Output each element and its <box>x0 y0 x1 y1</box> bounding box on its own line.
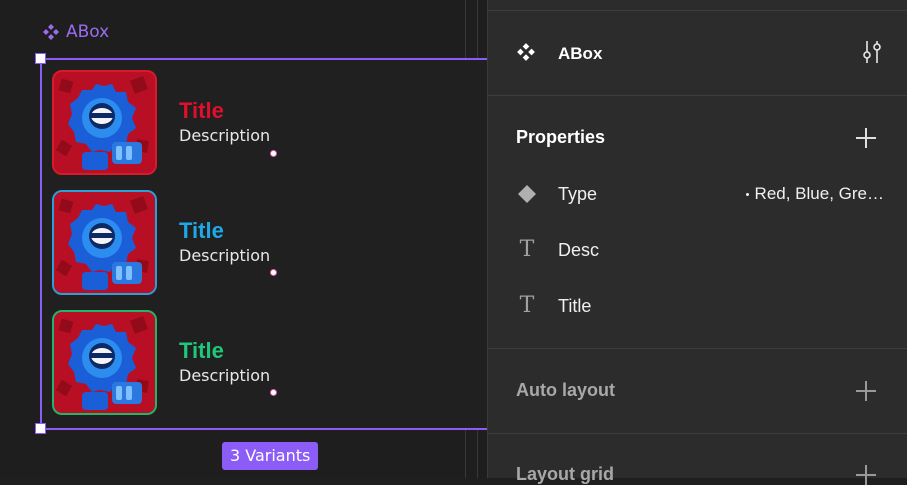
resize-handle-bottom-left[interactable] <box>35 423 46 434</box>
add-layout-grid-button[interactable] <box>856 465 876 485</box>
property-label: Type <box>558 183 598 204</box>
variant-red[interactable]: Title Description <box>52 70 277 175</box>
robot-image <box>54 72 155 173</box>
panel-component-name: ABox <box>558 44 603 63</box>
add-auto-layout-button[interactable] <box>856 381 876 401</box>
text-anchor-dot <box>270 268 277 276</box>
properties-heading: Properties <box>516 127 606 147</box>
component-name: ABox <box>66 22 110 42</box>
selection-border-top <box>40 58 487 60</box>
variants-count-badge[interactable]: 3 Variants <box>222 442 319 470</box>
component-icon <box>42 23 60 41</box>
property-desc[interactable]: T Desc <box>516 235 884 265</box>
bullet-icon <box>745 192 749 196</box>
selection-border-left <box>40 58 42 429</box>
design-canvas[interactable]: ABox Title Description Title Description… <box>0 0 487 478</box>
variant-blue[interactable]: Title Description <box>52 190 277 295</box>
variant-description: Description <box>179 365 271 385</box>
selection-border-bottom <box>40 428 487 430</box>
variant-thumbnail <box>52 70 157 175</box>
text-anchor-dot <box>270 388 277 396</box>
divider <box>488 95 907 96</box>
text-icon: T <box>519 293 535 318</box>
add-property-button[interactable] <box>856 128 876 148</box>
property-title[interactable]: T Title <box>516 291 884 321</box>
divider <box>488 348 907 349</box>
divider <box>488 433 907 434</box>
component-label[interactable]: ABox <box>42 22 109 42</box>
auto-layout-heading: Auto layout <box>516 380 615 400</box>
property-value: Red, Blue, Gre… <box>745 184 884 204</box>
robot-image <box>54 192 155 293</box>
panel-header: ABox <box>516 38 884 70</box>
property-value-text: Red, Blue, Gre… <box>754 184 884 203</box>
variant-title: Title <box>179 337 224 363</box>
component-icon <box>516 42 536 66</box>
robot-image <box>54 312 155 413</box>
properties-panel: ABox Properties Type Red, Blue, Gre… T D… <box>487 0 907 485</box>
text-anchor-dot <box>270 149 277 157</box>
divider <box>488 10 907 11</box>
text-icon: T <box>519 237 535 262</box>
diamond-icon <box>516 184 538 204</box>
settings-sliders-icon[interactable] <box>860 39 884 69</box>
resize-handle-top-left[interactable] <box>35 53 46 64</box>
variant-title: Title <box>179 97 224 123</box>
variant-description: Description <box>179 125 271 145</box>
layout-grid-heading: Layout grid <box>516 464 614 484</box>
property-type[interactable]: Type Red, Blue, Gre… <box>516 179 884 209</box>
variant-title: Title <box>179 217 224 243</box>
property-label: Title <box>558 295 592 316</box>
variant-thumbnail <box>52 190 157 295</box>
variant-description: Description <box>179 245 271 265</box>
property-label: Desc <box>558 239 600 260</box>
variant-green[interactable]: Title Description <box>52 310 277 415</box>
variant-thumbnail <box>52 310 157 415</box>
